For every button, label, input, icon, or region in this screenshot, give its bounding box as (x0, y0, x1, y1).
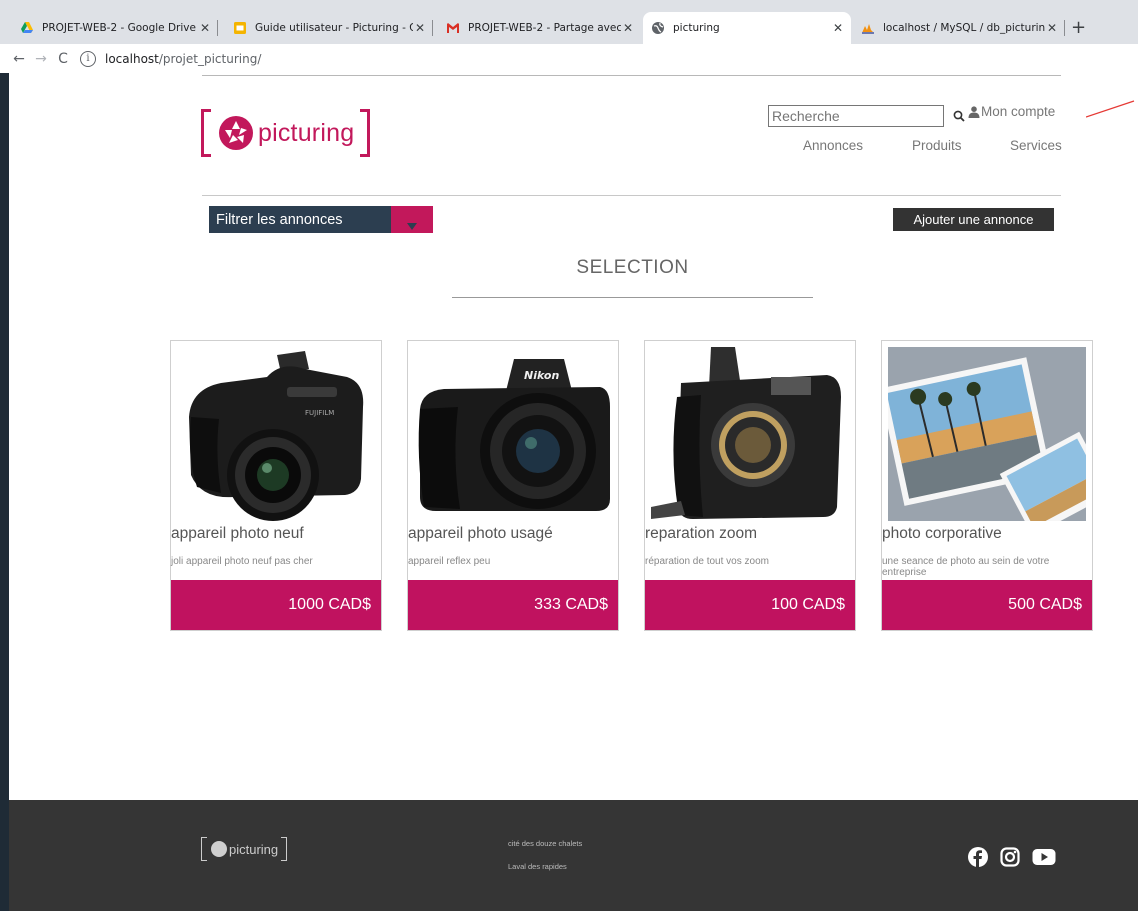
tab-title: picturing (673, 22, 720, 34)
close-tab-icon[interactable]: ✕ (198, 21, 212, 35)
close-tab-icon[interactable]: ✕ (831, 21, 845, 35)
tab-separator (217, 20, 218, 36)
top-divider (202, 75, 1061, 76)
tab-guide-utilisateur[interactable]: Guide utilisateur - Picturing - Goo ✕ (225, 12, 433, 44)
account-label: Mon compte (981, 104, 1056, 119)
card-description: joli appareil photo neuf pas cher (171, 556, 313, 567)
nav-services[interactable]: Services (1010, 138, 1062, 153)
nav-produits[interactable]: Produits (912, 138, 962, 153)
gmail-icon (447, 23, 459, 33)
url-host: localhost (105, 51, 159, 66)
footer-logo-text: picturing (229, 841, 279, 857)
footer-logo[interactable]: picturing (201, 837, 288, 861)
card-price: 100 CAD$ (645, 580, 855, 630)
card-price: 500 CAD$ (882, 580, 1092, 630)
nav-annonces[interactable]: Annonces (803, 138, 863, 153)
card-title: photo corporative (882, 525, 1002, 542)
account-link[interactable]: Mon compte (968, 104, 1055, 119)
search-input[interactable] (769, 106, 953, 126)
logo-text: picturing (258, 118, 355, 147)
camera-dslr-image: Nikon (414, 347, 612, 521)
section-title: SELECTION (576, 257, 689, 278)
logo-bracket-left (201, 837, 207, 861)
tab-phpmyadmin[interactable]: localhost / MySQL / db_picturing ✕ (853, 12, 1065, 44)
web-page: picturing Mon compte Annonces Produits S… (9, 73, 1138, 911)
logo-bracket-right (360, 109, 371, 157)
logo-bracket-right (281, 837, 288, 861)
address-bar[interactable]: i localhost/projet_picturing/ (80, 48, 1100, 70)
tab-separator (432, 20, 433, 36)
google-drive-icon (21, 22, 33, 33)
logo-bracket-left (201, 109, 211, 157)
close-tab-icon[interactable]: ✕ (413, 21, 427, 35)
card-price: 333 CAD$ (408, 580, 618, 630)
phpmyadmin-icon (862, 24, 874, 34)
youtube-icon[interactable] (1032, 847, 1056, 867)
filter-label: Filtrer les annonces (216, 211, 343, 228)
card-description: une seance de photo au sein de votre ent… (882, 556, 1050, 578)
section-divider (452, 297, 813, 298)
svg-text:FUJIFILM: FUJIFILM (305, 409, 334, 417)
tab-title: localhost / MySQL / db_picturing (883, 22, 1045, 34)
tab-picturing[interactable]: picturing ✕ (643, 12, 851, 44)
product-card[interactable]: Nikon appareil photo usagé appareil refl… (407, 340, 619, 631)
header-divider (202, 195, 1061, 196)
annotation-line (1086, 100, 1135, 118)
product-card[interactable]: FUJIFILM appareil photo neuf joli appare… (170, 340, 382, 631)
filter-dropdown[interactable]: Filtrer les annonces (209, 206, 433, 233)
aperture-icon (211, 841, 227, 857)
card-price: 1000 CAD$ (171, 580, 381, 630)
search-box (768, 105, 965, 127)
facebook-icon[interactable] (968, 847, 988, 867)
card-title: appareil photo usagé (408, 525, 553, 542)
tab-title: PROJET-WEB-2 - Partage avec dr (468, 22, 621, 34)
forward-arrow-icon[interactable]: → (30, 51, 52, 67)
add-listing-button[interactable]: Ajouter une annonce (893, 208, 1054, 231)
camera-bridge-image: FUJIFILM (177, 347, 375, 521)
card-description: appareil reflex peu (408, 556, 491, 567)
browser-chrome: PROJET-WEB-2 - Google Drive ✕ Guide util… (0, 0, 1138, 73)
tab-title: Guide utilisateur - Picturing - Goo (255, 22, 413, 34)
tab-google-drive[interactable]: PROJET-WEB-2 - Google Drive ✕ (12, 12, 218, 44)
close-tab-icon[interactable]: ✕ (1045, 21, 1059, 35)
site-footer: picturing cité des douze chalets Laval d… (9, 800, 1138, 911)
footer-address-line1: cité des douze chalets (508, 839, 583, 848)
product-card[interactable]: photo corporative une seance de photo au… (881, 340, 1093, 631)
photo-prints-image (888, 347, 1086, 521)
url-path: /projet_picturing/ (158, 51, 262, 66)
aperture-icon (219, 116, 253, 150)
card-title: appareil photo neuf (171, 525, 304, 542)
new-tab-button[interactable]: + (1071, 12, 1086, 44)
info-icon[interactable]: i (80, 50, 96, 67)
back-arrow-icon[interactable]: ← (8, 51, 30, 67)
tab-separator (1064, 20, 1065, 36)
close-tab-icon[interactable]: ✕ (621, 21, 635, 35)
reload-icon[interactable]: C (52, 51, 74, 67)
tab-strip: PROJET-WEB-2 - Google Drive ✕ Guide util… (0, 12, 1138, 44)
site-logo[interactable]: picturing (201, 109, 371, 157)
camera-repair-image (651, 347, 849, 521)
search-icon[interactable] (953, 110, 965, 122)
card-description: réparation de tout vos zoom (645, 556, 769, 567)
tab-gmail[interactable]: PROJET-WEB-2 - Partage avec dr ✕ (438, 12, 641, 44)
instagram-icon[interactable] (1000, 847, 1020, 867)
google-slides-icon (234, 22, 246, 34)
caret-down-icon[interactable] (391, 206, 433, 233)
user-icon (968, 105, 980, 118)
product-card[interactable]: reparation zoom réparation de tout vos z… (644, 340, 856, 631)
tab-title: PROJET-WEB-2 - Google Drive (42, 22, 196, 34)
svg-text:Nikon: Nikon (524, 369, 559, 382)
card-title: reparation zoom (645, 525, 758, 542)
globe-icon (652, 22, 664, 34)
footer-address-line2: Laval des rapides (508, 862, 567, 871)
browser-toolbar: ← → C i localhost/projet_picturing/ (0, 44, 1138, 73)
